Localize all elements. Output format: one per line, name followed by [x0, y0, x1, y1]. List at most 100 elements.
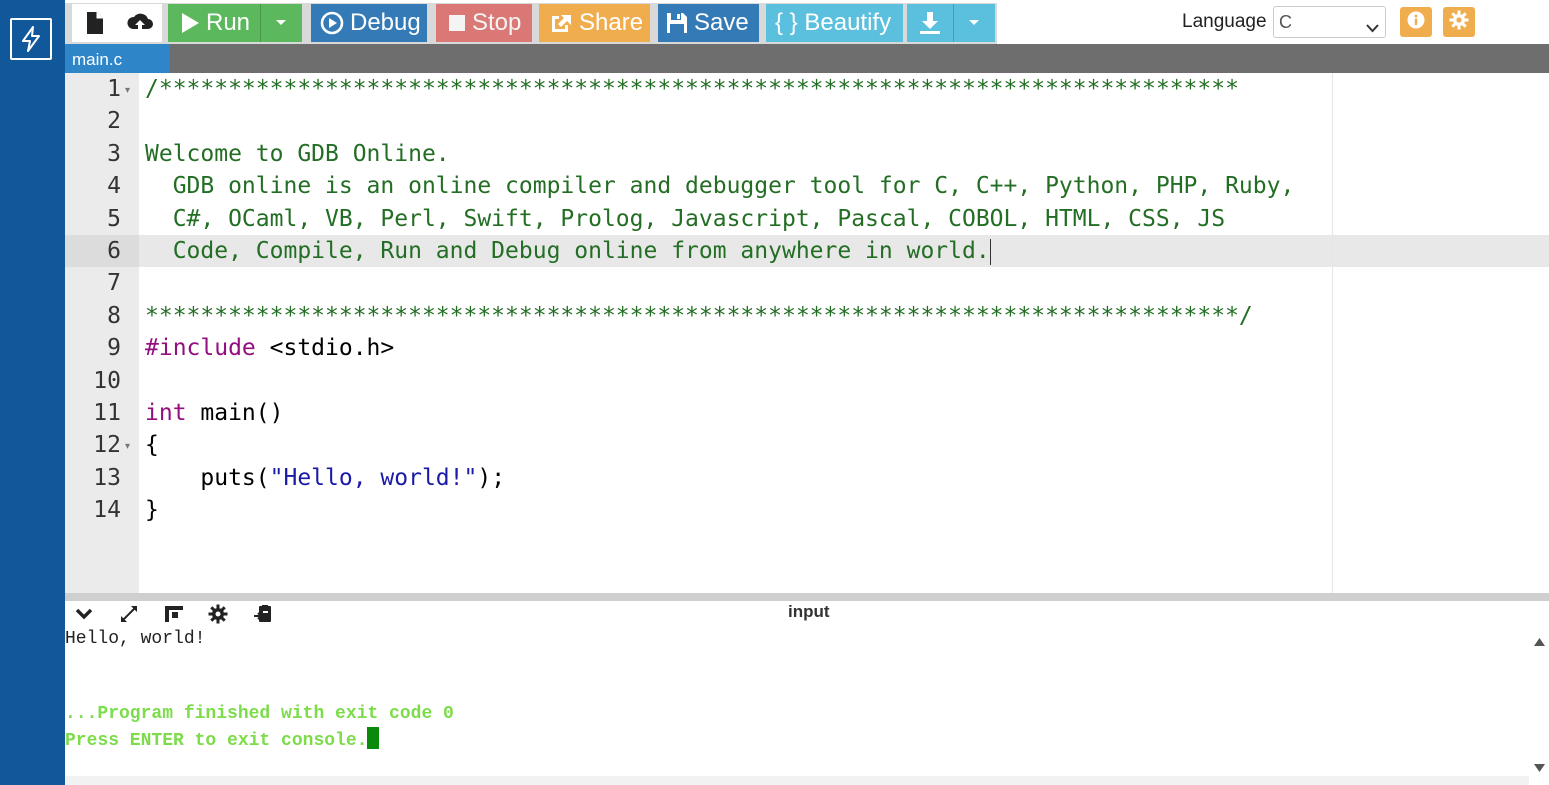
- new-file-icon: [86, 11, 104, 35]
- share-icon: [549, 12, 573, 34]
- line-number: 9: [107, 335, 121, 361]
- string-literal: "Hello, world!": [269, 465, 478, 491]
- run-label: Run: [206, 9, 251, 36]
- language-label: Language: [1182, 11, 1267, 32]
- debug-circle-icon: [320, 11, 344, 35]
- layout-icon: [164, 605, 184, 628]
- console-settings-button[interactable]: [205, 604, 231, 628]
- info-button[interactable]: [1400, 7, 1432, 37]
- code-line-4: GDB online is an online compiler and deb…: [145, 173, 1295, 199]
- download-separator: [953, 4, 954, 42]
- code-line-11: int main(): [145, 397, 283, 429]
- expand-console-button[interactable]: [116, 604, 142, 628]
- code-line-9: #include <stdio.h>: [145, 332, 394, 364]
- line-number: 12: [93, 432, 121, 458]
- text-cursor: [989, 238, 991, 265]
- console-press-enter-text: Press ENTER to exit console.: [65, 731, 368, 751]
- share-button[interactable]: Share: [539, 4, 650, 42]
- new-file-button[interactable]: [72, 4, 117, 42]
- debug-label: Debug: [350, 9, 421, 36]
- code-line-6-text: Code, Compile, Run and Debug online from…: [145, 238, 990, 264]
- scroll-down-icon[interactable]: [1533, 760, 1546, 778]
- upload-icon: [126, 12, 154, 34]
- gear-icon: [1449, 10, 1469, 35]
- gdb-online-app: Run Debug Stop Share Save { } Beautify L…: [0, 0, 1549, 785]
- line-number: 1: [107, 76, 121, 102]
- code-line-8: ****************************************…: [145, 303, 1253, 329]
- code-line-1: /***************************************…: [145, 76, 1239, 102]
- include-target: <stdio.h>: [255, 335, 395, 361]
- horizontal-scroll-track: [65, 776, 1529, 785]
- run-separator: [260, 4, 261, 42]
- line-number: 2: [107, 108, 121, 134]
- terminal-cursor: [367, 727, 380, 749]
- chevron-down-icon: [75, 607, 93, 625]
- puts-call: puts(: [145, 465, 270, 491]
- code-line-3: Welcome to GDB Online.: [145, 141, 450, 167]
- save-label: Save: [694, 9, 749, 36]
- debug-button[interactable]: Debug: [311, 4, 427, 42]
- upload-button[interactable]: [117, 4, 162, 42]
- caret-down-icon: [968, 19, 980, 27]
- console-panel[interactable]: input Hello, world! ...Program finished …: [65, 601, 1549, 785]
- call-end: );: [477, 465, 506, 491]
- run-dropdown-button[interactable]: [260, 4, 302, 42]
- preprocessor-keyword: #include: [145, 335, 256, 361]
- play-icon: [180, 12, 200, 34]
- line-number: 14: [93, 497, 121, 523]
- collapse-console-button[interactable]: [71, 604, 97, 628]
- clear-console-button[interactable]: [250, 604, 276, 628]
- code-editor[interactable]: 1 ▾ 2 3 4 5 6 7 8 9 10 11 12 ▾ 13 14 /**…: [65, 73, 1549, 593]
- console-output-line: Hello, world!: [65, 629, 206, 649]
- run-button[interactable]: Run: [168, 4, 260, 42]
- line-number: 11: [93, 400, 121, 426]
- code-line-5: C#, OCaml, VB, Perl, Swift, Prolog, Java…: [145, 206, 1226, 232]
- layout-button[interactable]: [161, 604, 187, 628]
- panel-splitter[interactable]: [65, 593, 1549, 601]
- stop-label: Stop: [472, 9, 522, 36]
- line-number: 13: [93, 465, 121, 491]
- save-button[interactable]: Save: [658, 4, 759, 42]
- settings-icon: [208, 604, 228, 629]
- tab-main-c[interactable]: main.c: [65, 44, 170, 73]
- scroll-up-icon[interactable]: [1533, 634, 1546, 652]
- left-rail: [0, 0, 65, 785]
- line-number: 10: [93, 368, 121, 394]
- fold-arrow-icon[interactable]: ▾: [125, 85, 130, 96]
- download-button[interactable]: [907, 4, 953, 42]
- share-label: Share: [579, 9, 644, 36]
- console-press-enter-line: Press ENTER to exit console.: [65, 727, 380, 752]
- download-dropdown-button[interactable]: [953, 4, 995, 42]
- fold-arrow-icon[interactable]: ▾: [125, 441, 130, 452]
- beautify-button[interactable]: { } Beautify: [766, 4, 903, 42]
- settings-button[interactable]: [1443, 7, 1475, 37]
- floppy-icon: [666, 12, 688, 34]
- code-line-12: {: [145, 432, 159, 458]
- stop-button[interactable]: Stop: [436, 4, 532, 42]
- stop-square-icon: [448, 14, 466, 32]
- console-exit-message: ...Program finished with exit code 0: [65, 704, 454, 724]
- beautify-label: { } Beautify: [775, 9, 892, 36]
- line-number: 8: [107, 303, 121, 329]
- caret-down-icon: [275, 19, 287, 27]
- code-line-6: Code, Compile, Run and Debug online from…: [145, 235, 991, 267]
- language-value: C: [1279, 12, 1292, 32]
- expand-icon: [119, 604, 139, 629]
- download-icon: [919, 11, 941, 35]
- line-number: 4: [107, 173, 121, 199]
- console-scrollbar[interactable]: [1529, 629, 1549, 775]
- info-icon: [1407, 11, 1425, 34]
- code-line-14: }: [145, 497, 159, 523]
- type-keyword: int: [145, 400, 187, 426]
- line-number: 7: [107, 270, 121, 296]
- console-input-label: input: [788, 602, 830, 621]
- line-number: 6: [107, 238, 121, 264]
- code-line-13: puts("Hello, world!");: [145, 462, 505, 494]
- function-signature: main(): [186, 400, 284, 426]
- file-tab-bar: main.c: [65, 44, 1549, 73]
- language-select[interactable]: C: [1273, 6, 1386, 38]
- bolt-icon[interactable]: [10, 18, 52, 60]
- toolbar: Run Debug Stop Share Save { } Beautify L…: [65, 0, 1549, 44]
- clear-console-icon: [253, 604, 273, 629]
- line-number: 5: [107, 206, 121, 232]
